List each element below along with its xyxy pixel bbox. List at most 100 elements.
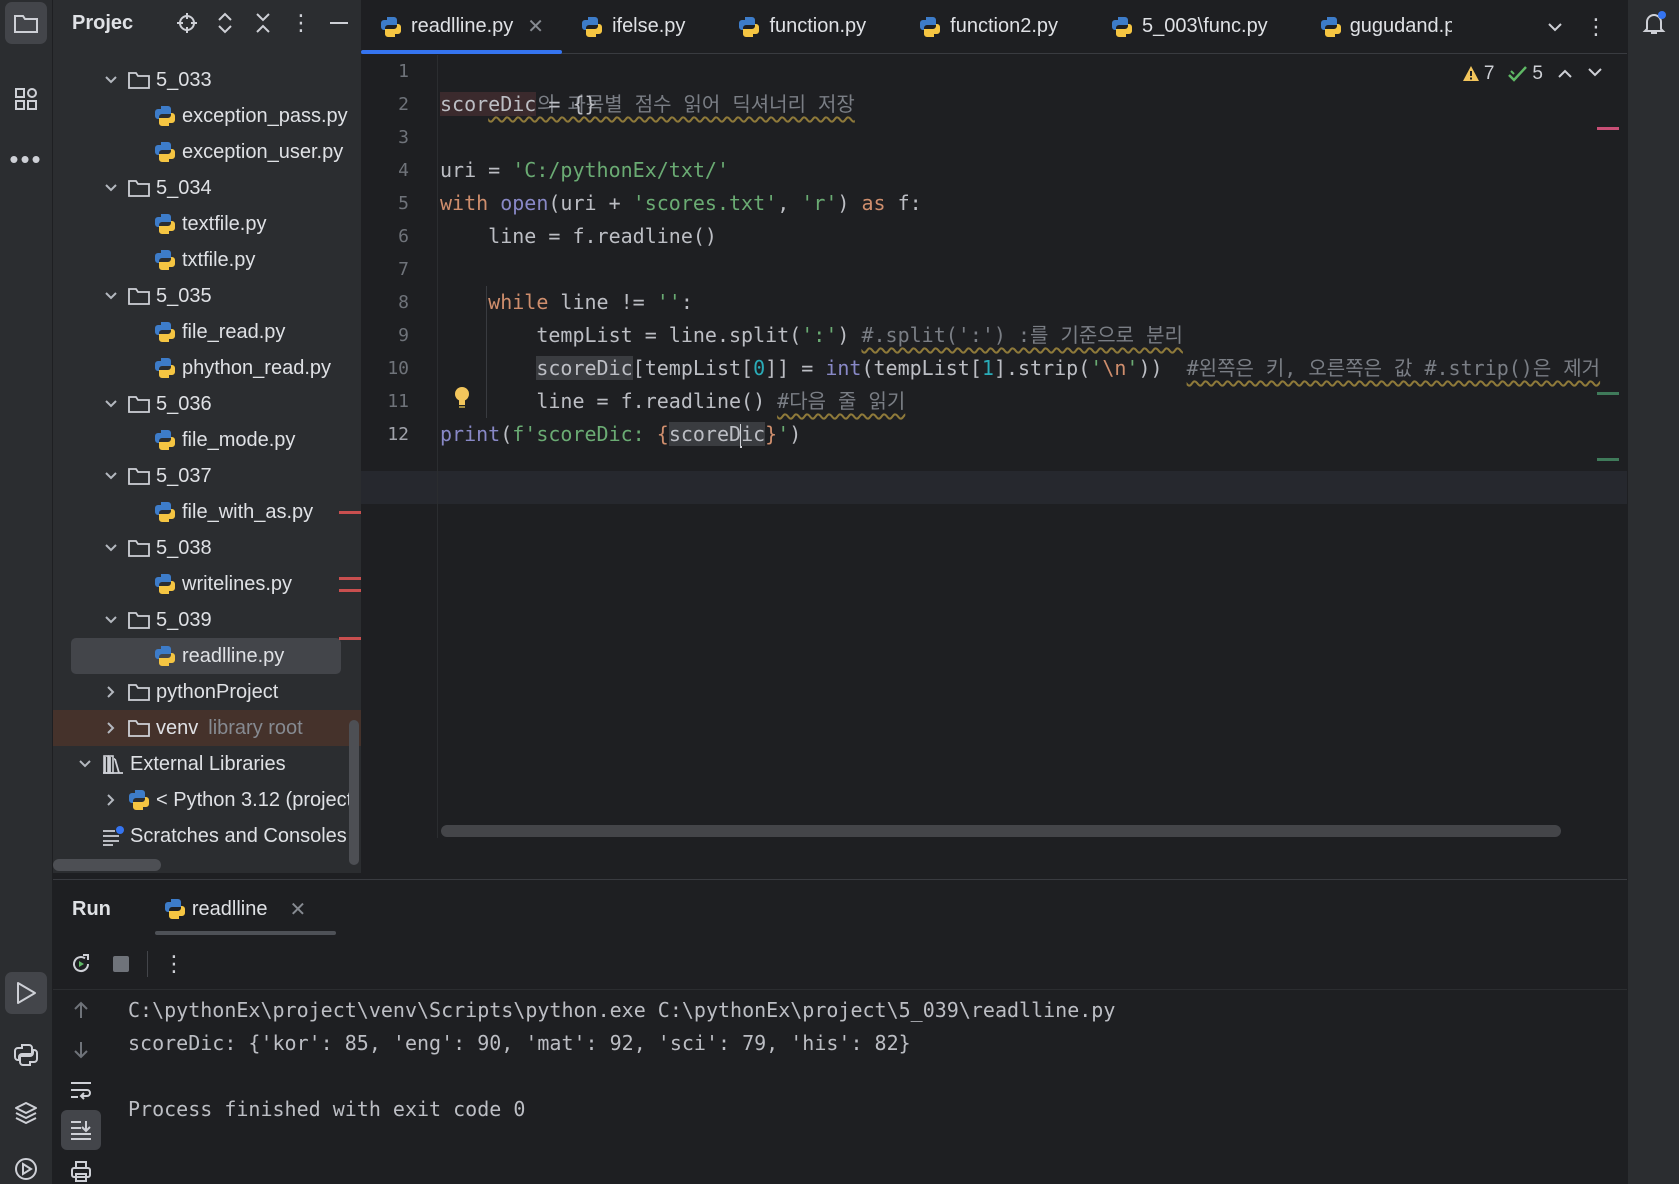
code-token: line = f.readline() [440, 224, 717, 248]
line-number: 11 [387, 391, 409, 412]
code-line-1: #파일의 과목별 점수 읽어 딕셔너리 저장 [440, 55, 855, 116]
tree-folder-item[interactable]: 5_034 [53, 170, 361, 206]
tree-file-item[interactable]: file_read.py [53, 314, 361, 350]
locate-icon[interactable] [168, 8, 206, 38]
tree-file-item[interactable]: textfile.py [53, 206, 361, 242]
editor-tab[interactable]: readlline.py ✕ [361, 0, 563, 54]
tree-file-item[interactable]: exception_pass.py [53, 98, 361, 134]
tab-list-chevron-down-icon[interactable] [1547, 15, 1563, 38]
tree-item-label: 5_035 [156, 284, 212, 307]
chevron-down-icon[interactable] [75, 754, 95, 774]
chevron-right-icon[interactable] [101, 718, 121, 738]
python-file-icon [153, 140, 177, 164]
next-highlight-icon[interactable] [1587, 63, 1603, 85]
more-options-button[interactable]: ⋮ [154, 944, 194, 984]
tree-file-item[interactable]: txtfile.py [53, 242, 361, 278]
info-stripe-mark[interactable] [1597, 392, 1619, 395]
tree-file-item[interactable]: readlline.py [53, 637, 361, 674]
tree-file-item[interactable]: file_with_as.py [53, 494, 361, 530]
code-editor[interactable]: 1 2 3 4 5 6 7 8 9 10 11 12 7 5 #파일의 과목별 점수 읽어 딕셔너리 … [361, 55, 1627, 838]
chevron-down-icon[interactable] [101, 466, 121, 486]
python-packages-button[interactable] [5, 1092, 47, 1134]
chevron-right-icon[interactable] [101, 790, 121, 810]
editor-horizontal-scrollbar[interactable] [441, 825, 1561, 837]
chevron-down-icon[interactable] [101, 394, 121, 414]
notifications-button[interactable] [1633, 2, 1675, 44]
variable-token: scoreDic [536, 356, 633, 380]
tab-options-vertical-icon[interactable]: ⋮ [1585, 14, 1607, 40]
rerun-button[interactable] [61, 944, 101, 984]
tree-file-item[interactable]: External Libraries [53, 746, 361, 782]
previous-highlight-icon[interactable] [1557, 63, 1573, 85]
services-button[interactable] [5, 1148, 47, 1184]
run-panel-title[interactable]: Run [72, 898, 111, 921]
keyword-token: as [861, 191, 886, 215]
chevron-down-icon[interactable] [101, 70, 121, 90]
tree-vertical-scrollbar[interactable] [349, 720, 359, 865]
editor-tab-label: function2.py [950, 15, 1059, 37]
tree-file-item[interactable]: < Python 3.12 (project [53, 782, 361, 818]
chevron-down-icon[interactable] [101, 538, 121, 558]
tree-folder-item[interactable]: 5_038 [53, 530, 361, 566]
close-icon[interactable]: ✕ [290, 897, 307, 922]
run-tab[interactable]: readlline ✕ [154, 880, 337, 938]
intention-bulb-icon[interactable] [453, 385, 471, 411]
chevron-down-icon[interactable] [101, 610, 121, 630]
folder-icon [127, 284, 151, 308]
editor-tab[interactable]: gugudand.p [1302, 0, 1452, 54]
editor-tabs: readlline.py ✕ ifelse.py function.py functio… [361, 0, 1627, 54]
print-button[interactable] [61, 1152, 101, 1184]
expand-all-icon[interactable] [206, 8, 244, 38]
inspection-widget[interactable]: 7 5 [1462, 63, 1603, 85]
tree-folder-item[interactable]: 5_035 [53, 278, 361, 314]
tree-file-item[interactable]: phython_read.py [53, 350, 361, 386]
chevron-down-icon[interactable] [101, 286, 121, 306]
structure-tool-button[interactable] [5, 78, 47, 120]
tree-folder-item[interactable]: 5_037 [53, 458, 361, 494]
more-tools-button[interactable]: ••• [5, 138, 47, 180]
tree-folder-item[interactable]: 5_033 [53, 62, 361, 98]
tree-item-note: library root [208, 716, 303, 739]
console-output[interactable]: C:\pythonEx\project\venv\Scripts\python.… [128, 994, 1115, 1126]
info-stripe-mark[interactable] [1597, 458, 1619, 461]
stop-button[interactable] [101, 944, 141, 984]
code-token: uri = [440, 158, 513, 182]
tree-folder-item[interactable]: pythonProject [53, 674, 361, 710]
scroll-up-button[interactable] [61, 990, 101, 1030]
editor-tab[interactable]: 5_003\func.py [1092, 0, 1286, 54]
python-file-icon [918, 15, 942, 39]
scroll-down-button[interactable] [61, 1030, 101, 1070]
chevron-right-icon[interactable] [101, 682, 121, 702]
chevron-down-icon[interactable] [101, 178, 121, 198]
close-icon[interactable]: ✕ [527, 14, 544, 39]
code-token: ].strip( [993, 356, 1091, 380]
tree-folder-item[interactable]: 5_036 [53, 386, 361, 422]
tree-horizontal-scrollbar[interactable] [53, 859, 161, 871]
run-tool-button[interactable] [5, 972, 47, 1014]
layers-icon [15, 1102, 37, 1124]
python-file-icon [153, 428, 177, 452]
python-console-button[interactable] [5, 1034, 47, 1076]
soft-wrap-button[interactable] [61, 1070, 101, 1110]
code-token: (uri + [548, 191, 633, 215]
editor-tab[interactable]: function.py [719, 0, 884, 54]
tree-folder-item[interactable]: 5_039 [53, 602, 361, 638]
editor-tab[interactable]: function2.py [900, 0, 1076, 54]
project-panel-title[interactable]: Projec [72, 12, 168, 35]
tree-file-item[interactable]: Scratches and Consoles [53, 818, 361, 854]
editor-tab[interactable]: ifelse.py [562, 0, 703, 54]
collapse-all-icon[interactable] [244, 8, 282, 38]
options-vertical-icon[interactable]: ⋮ [282, 8, 320, 38]
tree-file-item[interactable]: writelines.py [53, 566, 361, 602]
error-stripe-mark[interactable] [1597, 127, 1619, 130]
hide-panel-icon[interactable] [320, 8, 358, 38]
project-tool-button[interactable] [5, 2, 47, 44]
tree-file-item[interactable]: file_mode.py [53, 422, 361, 458]
tree-file-item[interactable]: exception_user.py [53, 134, 361, 170]
tree-folder-item[interactable]: venv library root [53, 710, 361, 746]
python-file-icon [153, 104, 177, 128]
folder-icon [127, 716, 151, 740]
folder-icon [14, 15, 38, 33]
scroll-to-end-button[interactable] [61, 1110, 101, 1150]
